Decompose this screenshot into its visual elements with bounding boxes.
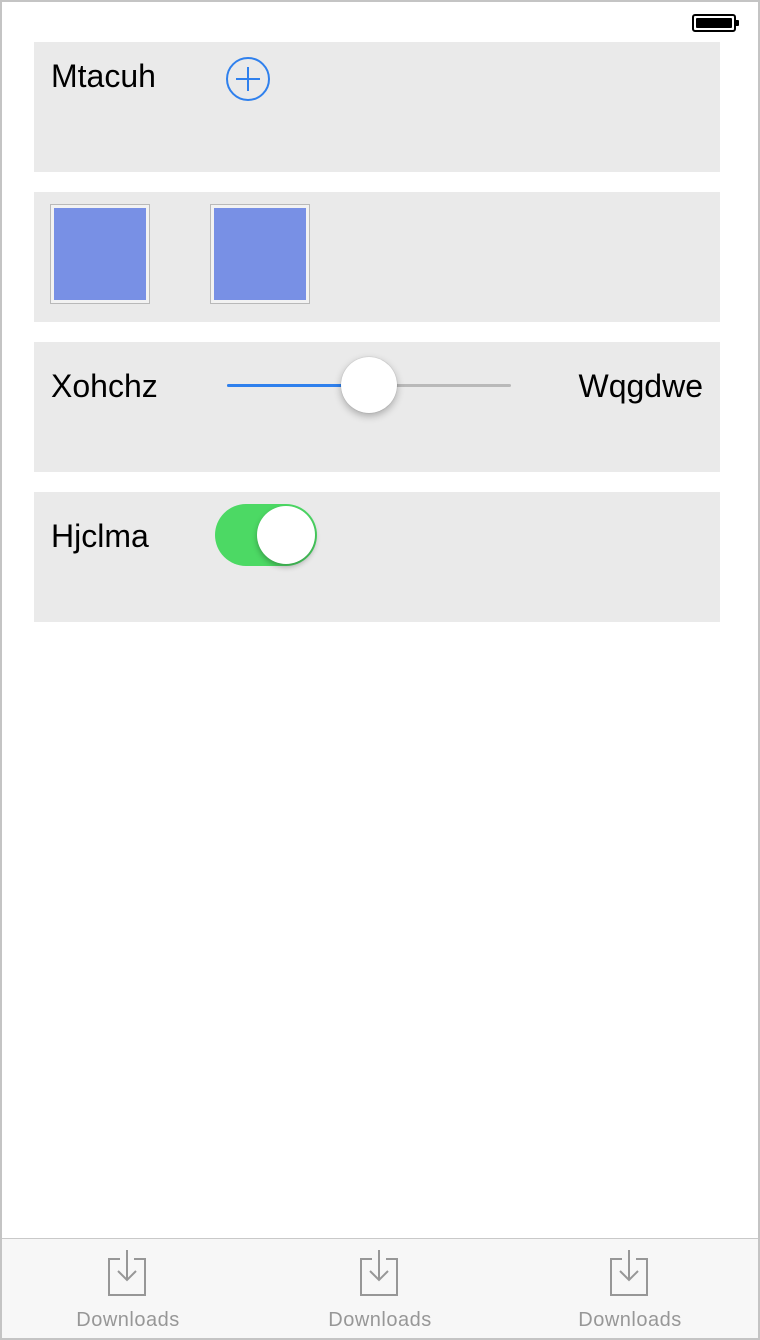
color-swatch-1-fill [54,208,146,300]
color-swatch-2[interactable] [210,204,310,304]
tab-downloads-1[interactable]: Downloads [2,1239,254,1338]
download-icon [108,1250,146,1296]
tab-downloads-3[interactable]: Downloads [504,1239,756,1338]
switch-row-label: Hjclma [51,518,149,554]
swatch-row-card [34,192,720,322]
color-swatch-2-fill [214,208,306,300]
tab-label: Downloads [578,1309,682,1331]
download-icon [360,1250,398,1296]
tab-label: Downloads [76,1309,180,1331]
slider-track[interactable] [227,357,511,413]
slider-min-label: Xohchz [51,368,158,404]
add-row-label: Mtacuh [51,58,156,94]
app-screen: Mtacuh Xohchz Wqgdwe Hjclma Downloads Do… [0,0,760,1340]
slider-row-card: Xohchz Wqgdwe [34,342,720,472]
switch-row-card: Hjclma [34,492,720,622]
toggle-knob [257,506,315,564]
tab-downloads-2[interactable]: Downloads [254,1239,506,1338]
battery-icon [692,14,739,32]
download-icon [610,1250,648,1296]
color-swatch-1[interactable] [50,204,150,304]
slider-thumb[interactable] [341,357,397,413]
toggle-switch[interactable] [215,504,317,566]
tab-bar: Downloads Downloads Downloads [2,1238,758,1338]
slider-max-label: Wqgdwe [578,368,704,404]
plus-circle-icon[interactable] [226,57,270,101]
tab-label: Downloads [328,1309,432,1331]
add-row-card: Mtacuh [34,42,720,172]
